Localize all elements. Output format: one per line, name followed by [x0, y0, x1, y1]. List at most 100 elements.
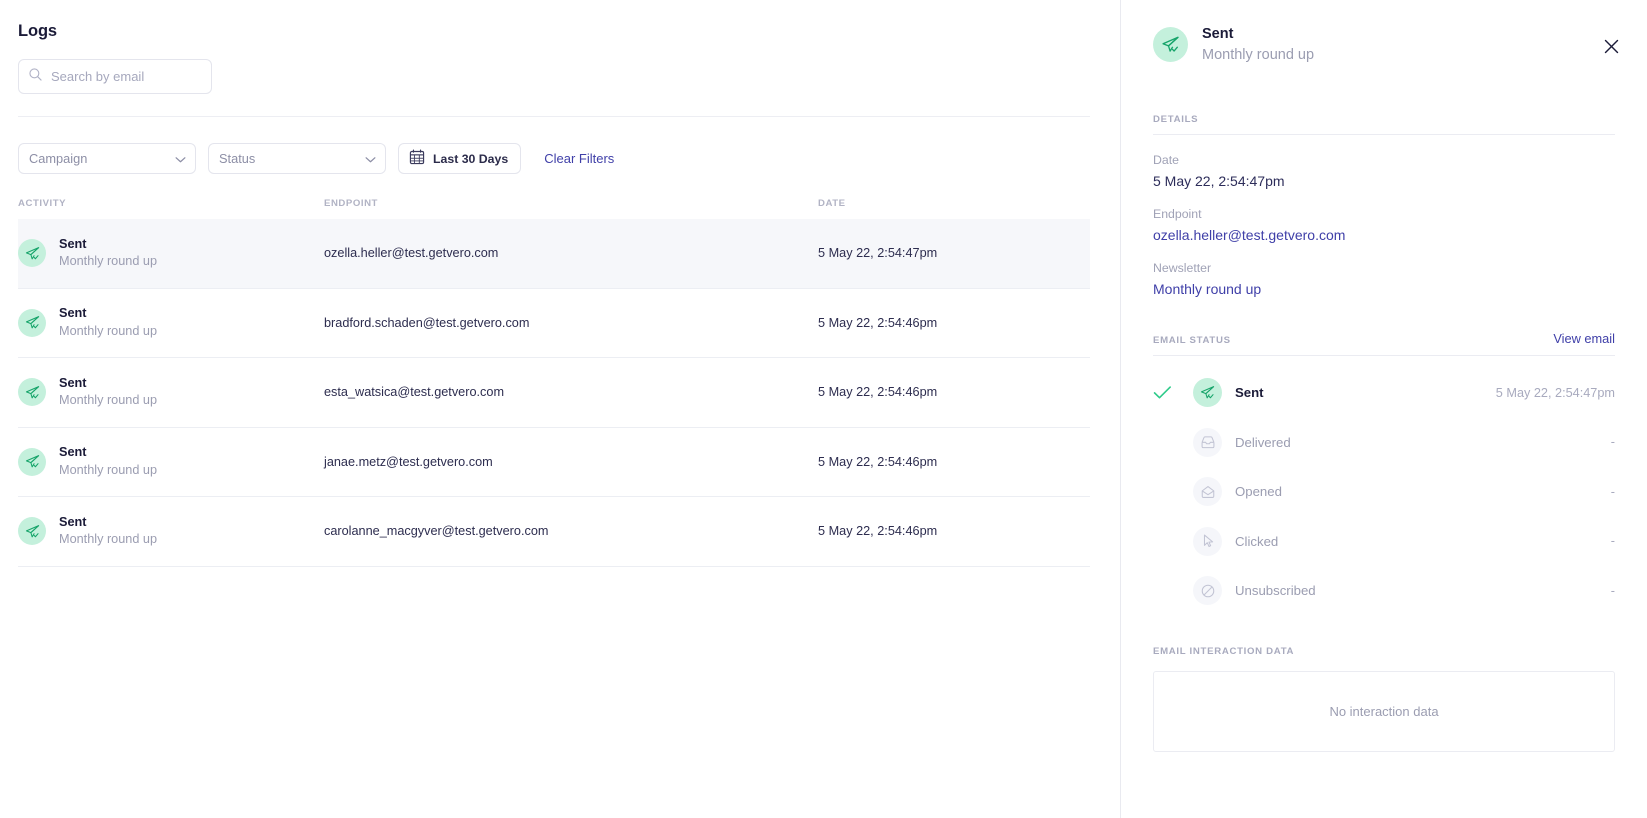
detail-panel-subtitle: Monthly round up [1202, 46, 1314, 64]
activity-text: Sent Monthly round up [59, 306, 157, 339]
chevron-down-icon [365, 151, 376, 166]
status-filter-select[interactable]: Status [208, 143, 386, 174]
details-section: DETAILS Date 5 May 22, 2:54:47pm Endpoin… [1153, 114, 1615, 297]
email-status-section: EMAIL STATUS View email [1153, 333, 1615, 615]
status-step-sent: Sent 5 May 22, 2:54:47pm [1153, 368, 1615, 418]
date-cell: 5 May 22, 2:54:46pm [818, 385, 1090, 399]
activity-title: Sent [59, 515, 157, 530]
activity-title: Sent [59, 237, 157, 252]
status-filter-label: Status [219, 151, 255, 166]
check-icon [1153, 385, 1193, 400]
table-row[interactable]: Sent Monthly round up ozella.heller@test… [18, 219, 1090, 289]
section-divider [18, 116, 1090, 117]
status-step-name: Sent [1235, 385, 1264, 400]
paper-plane-check-icon [18, 239, 46, 267]
detail-panel-title: Sent [1202, 25, 1314, 43]
status-step-time: - [1611, 534, 1615, 548]
endpoint-cell: bradford.schaden@test.getvero.com [324, 316, 818, 330]
date-cell: 5 May 22, 2:54:47pm [818, 246, 1090, 260]
detail-value: 5 May 22, 2:54:47pm [1153, 173, 1615, 189]
campaign-filter-select[interactable]: Campaign [18, 143, 196, 174]
email-interaction-label: EMAIL INTERACTION DATA [1153, 646, 1615, 657]
search-input[interactable] [51, 69, 202, 84]
table-row[interactable]: Sent Monthly round up carolanne_macgyver… [18, 497, 1090, 567]
activity-campaign: Monthly round up [59, 463, 157, 478]
activity-campaign: Monthly round up [59, 324, 157, 339]
no-entry-icon [1193, 576, 1222, 605]
campaign-filter-label: Campaign [29, 151, 87, 166]
search-icon [28, 67, 43, 87]
date-cell: 5 May 22, 2:54:46pm [818, 524, 1090, 538]
detail-item-date: Date 5 May 22, 2:54:47pm [1153, 153, 1615, 189]
details-section-rule [1153, 134, 1615, 135]
status-step-time: 5 May 22, 2:54:47pm [1496, 386, 1615, 400]
endpoint-cell: ozella.heller@test.getvero.com [324, 246, 818, 260]
column-header-activity: ACTIVITY [18, 198, 324, 209]
page-title: Logs [18, 0, 1102, 41]
open-envelope-icon [1193, 477, 1222, 506]
close-icon[interactable] [1599, 34, 1623, 58]
table-row[interactable]: Sent Monthly round up bradford.schaden@t… [18, 289, 1090, 359]
status-step-delivered: Delivered - [1153, 418, 1615, 468]
column-header-endpoint: ENDPOINT [324, 198, 818, 209]
date-range-button[interactable]: Last 30 Days [398, 143, 521, 174]
email-status-label: EMAIL STATUS [1153, 335, 1231, 346]
details-section-label: DETAILS [1153, 114, 1615, 125]
status-step-time: - [1611, 584, 1615, 598]
detail-value-link[interactable]: ozella.heller@test.getvero.com [1153, 227, 1615, 243]
status-step-time: - [1611, 435, 1615, 449]
detail-value-link[interactable]: Monthly round up [1153, 281, 1615, 297]
filter-bar: Campaign Status [18, 143, 1102, 174]
status-step-clicked: Clicked - [1153, 517, 1615, 567]
logs-table: ACTIVITY ENDPOINT DATE Sent Mont [18, 198, 1090, 567]
search-area [18, 59, 1102, 94]
status-step-name: Unsubscribed [1235, 583, 1316, 598]
paper-plane-check-icon [18, 517, 46, 545]
status-step-name: Clicked [1235, 534, 1278, 549]
table-header-row: ACTIVITY ENDPOINT DATE [18, 198, 1090, 219]
column-header-date: DATE [818, 198, 1090, 209]
clear-filters-button[interactable]: Clear Filters [544, 151, 614, 166]
activity-text: Sent Monthly round up [59, 445, 157, 478]
status-step-name: Opened [1235, 484, 1282, 499]
email-status-list: Sent 5 May 22, 2:54:47pm Delivered - [1153, 368, 1615, 616]
detail-key: Newsletter [1153, 261, 1615, 275]
main-content: Logs Campaign [0, 0, 1121, 818]
activity-cell: Sent Monthly round up [18, 306, 324, 339]
paper-plane-check-icon [1193, 378, 1222, 407]
search-box[interactable] [18, 59, 212, 94]
status-step-opened: Opened - [1153, 467, 1615, 517]
activity-campaign: Monthly round up [59, 254, 157, 269]
endpoint-cell: carolanne_macgyver@test.getvero.com [324, 524, 818, 538]
cursor-arrow-icon [1193, 527, 1222, 556]
inbox-icon [1193, 428, 1222, 457]
activity-cell: Sent Monthly round up [18, 515, 324, 548]
table-row[interactable]: Sent Monthly round up janae.metz@test.ge… [18, 428, 1090, 498]
activity-cell: Sent Monthly round up [18, 237, 324, 270]
email-status-header: EMAIL STATUS View email [1153, 333, 1615, 346]
status-step-unsubscribed: Unsubscribed - [1153, 566, 1615, 616]
detail-panel: Sent Monthly round up DETAILS Date 5 May… [1121, 0, 1647, 818]
email-interaction-empty-box: No interaction data [1153, 671, 1615, 752]
activity-text: Sent Monthly round up [59, 376, 157, 409]
table-row[interactable]: Sent Monthly round up esta_watsica@test.… [18, 358, 1090, 428]
detail-panel-header: Sent Monthly round up [1153, 0, 1615, 64]
detail-key: Endpoint [1153, 207, 1615, 221]
activity-cell: Sent Monthly round up [18, 445, 324, 478]
paper-plane-check-icon [18, 378, 46, 406]
status-step-time: - [1611, 485, 1615, 499]
activity-title: Sent [59, 306, 157, 321]
chevron-down-icon [175, 151, 186, 166]
logs-page: Logs Campaign [0, 0, 1647, 818]
endpoint-cell: esta_watsica@test.getvero.com [324, 385, 818, 399]
detail-key: Date [1153, 153, 1615, 167]
activity-cell: Sent Monthly round up [18, 376, 324, 409]
date-range-label: Last 30 Days [433, 152, 508, 166]
calendar-icon [409, 149, 425, 168]
date-cell: 5 May 22, 2:54:46pm [818, 455, 1090, 469]
view-email-link[interactable]: View email [1553, 333, 1615, 346]
activity-title: Sent [59, 376, 157, 391]
detail-item-endpoint: Endpoint ozella.heller@test.getvero.com [1153, 207, 1615, 243]
status-step-name: Delivered [1235, 435, 1291, 450]
activity-campaign: Monthly round up [59, 393, 157, 408]
